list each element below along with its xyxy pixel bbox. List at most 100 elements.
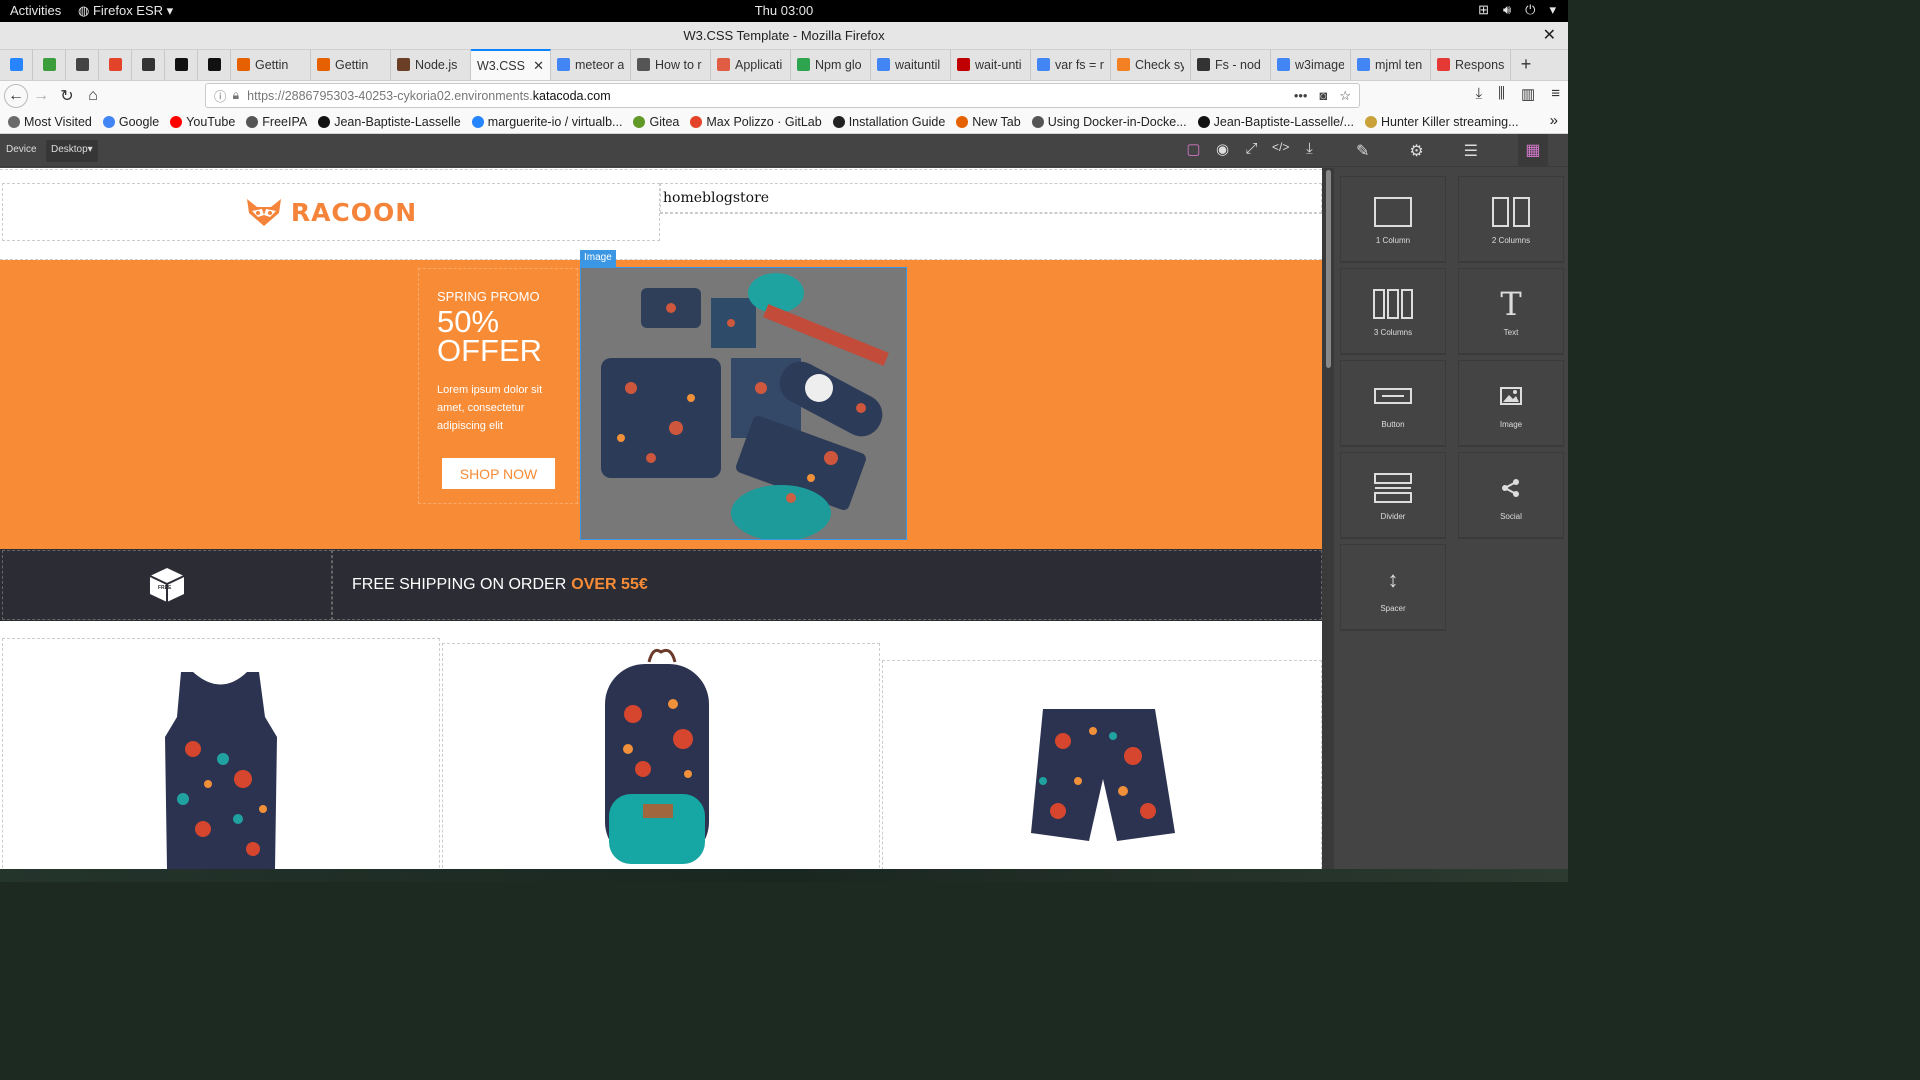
library-icon[interactable]: ⫼: [1498, 85, 1505, 103]
browser-tab[interactable]: Check sy: [1111, 49, 1191, 80]
two-columns-icon: [1492, 194, 1530, 230]
browser-tab[interactable]: Gettin: [311, 49, 391, 80]
component-outline-icon[interactable]: ▢: [1185, 140, 1202, 158]
bookmark-item[interactable]: Using Docker-in-Docke...: [1031, 115, 1187, 129]
logo-cell[interactable]: RACOON: [2, 183, 660, 241]
browser-tab[interactable]: Gettin: [231, 49, 311, 80]
bookmark-label: marguerite-io / virtualb...: [487, 114, 623, 129]
bookmark-item[interactable]: Max Polizzo · GitLab: [690, 114, 822, 129]
browser-tab[interactable]: Respons: [1431, 49, 1511, 80]
pinned-tab[interactable]: [99, 49, 132, 80]
info-icon[interactable]: ⓘ: [214, 86, 227, 105]
brand-logo-text: RACOON: [290, 197, 418, 227]
tab-favicon-icon: [797, 58, 810, 71]
settings-gear-icon[interactable]: ⚙: [1409, 141, 1423, 161]
pinned-tab[interactable]: [165, 49, 198, 80]
browser-tab[interactable]: wait-unti: [951, 49, 1031, 80]
pocket-icon[interactable]: ◙: [1319, 88, 1327, 104]
product-cell-tank-top[interactable]: [2, 638, 440, 869]
style-manager-brush-icon[interactable]: ✎: [1356, 141, 1369, 161]
url-bar[interactable]: ⓘ 🔒︎ https://2886795303-40253-cykoria02.…: [205, 83, 1360, 108]
bookmark-star-icon[interactable]: ☆: [1339, 88, 1351, 104]
product-cell-shorts[interactable]: [882, 660, 1322, 869]
bookmark-item[interactable]: Jean-Baptiste-Lasselle: [318, 115, 461, 129]
sidebar-icon[interactable]: ▥: [1521, 85, 1535, 103]
pinned-tab[interactable]: [0, 49, 33, 80]
pinned-tab[interactable]: [198, 49, 231, 80]
browser-tab[interactable]: How to r: [631, 49, 711, 80]
shipping-banner[interactable]: FREE FREE SHIPPING ON ORDER OVER 55€: [0, 549, 1322, 621]
one-column-icon: [1374, 194, 1412, 230]
block-button[interactable]: Button: [1340, 360, 1446, 446]
product-cell-backpack[interactable]: [442, 643, 880, 869]
bookmark-item[interactable]: Jean-Baptiste-Lasselle/...: [1197, 115, 1354, 129]
block-spacer[interactable]: ↕ Spacer: [1340, 544, 1446, 630]
browser-tab[interactable]: Node.js: [391, 49, 471, 80]
fullscreen-icon[interactable]: ⤢: [1243, 140, 1260, 158]
block-divider[interactable]: Divider: [1340, 452, 1446, 538]
code-icon[interactable]: </>: [1272, 140, 1289, 158]
hero-product-image[interactable]: [580, 267, 907, 540]
bookmark-label: Max Polizzo · GitLab: [706, 114, 822, 129]
bookmark-item[interactable]: Gitea: [633, 115, 679, 129]
browser-tab[interactable]: mjml ten: [1351, 49, 1431, 80]
block-social[interactable]: Social: [1458, 452, 1564, 538]
tab-favicon-icon: [1197, 58, 1210, 71]
page-actions-icon[interactable]: •••: [1294, 88, 1308, 104]
reload-icon[interactable]: ↻: [54, 86, 80, 106]
shipping-text-cell[interactable]: FREE SHIPPING ON ORDER OVER 55€: [332, 550, 1322, 620]
system-tray[interactable]: ⊞ 🔊︎ ⏻ ▾: [1478, 2, 1556, 18]
block-text[interactable]: T Text: [1458, 268, 1564, 354]
block-1-column[interactable]: 1 Column: [1340, 176, 1446, 262]
tab-favicon-icon: [637, 58, 650, 71]
block-image[interactable]: Image: [1458, 360, 1564, 446]
bookmark-item[interactable]: YouTube: [170, 115, 235, 129]
browser-tab[interactable]: meteor a: [551, 49, 631, 80]
browser-tab[interactable]: W3.CSS ✕: [471, 49, 551, 80]
browser-tab[interactable]: w3image: [1271, 49, 1351, 80]
browser-tab[interactable]: Applicati: [711, 49, 791, 80]
bookmark-item[interactable]: marguerite-io / virtualb...: [471, 114, 623, 129]
pinned-tab[interactable]: [33, 49, 66, 80]
scrollbar-thumb[interactable]: [1326, 170, 1331, 368]
export-download-icon[interactable]: ⤓: [1301, 140, 1318, 158]
home-icon[interactable]: ⌂: [80, 87, 106, 105]
forward-icon[interactable]: →: [28, 87, 54, 105]
bookmarks-overflow-icon[interactable]: »: [1550, 112, 1558, 129]
bookmark-item[interactable]: Hunter Killer streaming...: [1365, 115, 1519, 129]
block-2-columns[interactable]: 2 Columns: [1458, 176, 1564, 262]
header-nav[interactable]: homeblogstore: [660, 183, 1322, 213]
bookmark-favicon-icon: [690, 115, 703, 128]
tab-close-icon[interactable]: ✕: [533, 58, 544, 74]
browser-tab[interactable]: var fs = r: [1031, 49, 1111, 80]
shipping-icon-cell[interactable]: FREE: [2, 550, 332, 620]
pinned-tab[interactable]: [132, 49, 165, 80]
window-close-button[interactable]: ✕: [1543, 22, 1556, 50]
editor-canvas[interactable]: RACOON homeblogstore SPRING PROMO 50% OF…: [0, 168, 1322, 869]
browser-tab[interactable]: Npm glo: [791, 49, 871, 80]
browser-tab[interactable]: Fs - nod: [1191, 49, 1271, 80]
shop-now-button[interactable]: SHOP NOW: [442, 458, 555, 489]
preview-eye-icon[interactable]: ◉: [1214, 140, 1231, 158]
browser-tab[interactable]: waituntil: [871, 49, 951, 80]
hero-section[interactable]: SPRING PROMO 50% OFFER Lorem ipsum dolor…: [0, 250, 1322, 549]
bookmark-item[interactable]: Google: [102, 115, 159, 129]
bookmark-item[interactable]: Installation Guide: [832, 115, 945, 129]
block-label: Image: [1499, 419, 1523, 429]
hamburger-menu-icon[interactable]: ≡: [1551, 85, 1560, 103]
canvas-scrollbar[interactable]: [1322, 168, 1334, 869]
clock[interactable]: Thu 03:00: [0, 3, 1568, 18]
bookmark-item[interactable]: Most Visited: [8, 115, 92, 129]
blocks-grid-icon[interactable]: ▦: [1517, 134, 1548, 167]
email-header: RACOON homeblogstore: [0, 183, 1322, 261]
layer-manager-icon[interactable]: ☰: [1464, 141, 1478, 161]
bookmark-item[interactable]: FreeIPA: [246, 115, 307, 129]
new-tab-button[interactable]: +: [1511, 49, 1541, 80]
device-select[interactable]: Desktop▾: [46, 140, 98, 162]
block-label: Spacer: [1380, 603, 1406, 613]
downloads-icon[interactable]: ⤓: [1476, 85, 1483, 103]
bookmark-item[interactable]: New Tab: [956, 115, 1021, 129]
pinned-tab[interactable]: [66, 49, 99, 80]
block-3-columns[interactable]: 3 Columns: [1340, 268, 1446, 354]
back-icon[interactable]: ←: [4, 83, 28, 108]
